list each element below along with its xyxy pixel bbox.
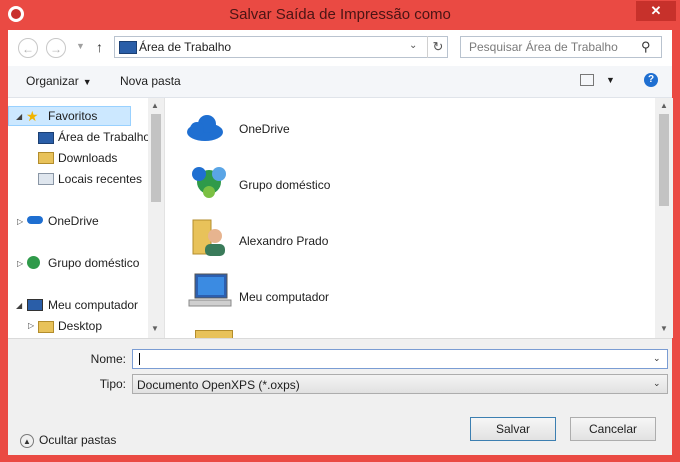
- expand-icon[interactable]: ▷: [17, 259, 23, 268]
- file-type-value: Documento OpenXPS (*.oxps): [137, 378, 300, 392]
- chevron-down-icon: ▼: [82, 77, 92, 87]
- list-item[interactable]: Grupo doméstico: [239, 178, 330, 192]
- scrollbar-thumb[interactable]: [151, 114, 161, 202]
- address-bar[interactable]: Área de Trabalho ⌄ ↻: [114, 36, 448, 58]
- dialog-window: Salvar Saída de Impressão como ✕ ← → ▼ ↑…: [0, 0, 680, 462]
- file-type-select[interactable]: Documento OpenXPS (*.oxps) ⌄: [132, 374, 668, 394]
- homegroup-icon: [27, 256, 40, 269]
- title-bar[interactable]: Salvar Saída de Impressão como ✕: [0, 0, 680, 30]
- list-item[interactable]: Meu computador: [239, 290, 329, 304]
- chevron-down-icon[interactable]: ⌄: [653, 378, 661, 389]
- command-bar: Organizar ▼ Nova pasta ▼ ?: [8, 66, 672, 98]
- list-item[interactable]: Alexandro Prado: [239, 234, 328, 248]
- organize-label: Organizar: [26, 74, 79, 88]
- scroll-up-icon[interactable]: ▲: [151, 101, 159, 110]
- forward-button[interactable]: →: [46, 38, 66, 58]
- tree-item-desktop[interactable]: Área de Trabalho: [58, 127, 150, 147]
- tree-item-desktop-folder[interactable]: Desktop: [58, 316, 102, 336]
- recent-places-icon: [38, 173, 54, 185]
- up-button[interactable]: ↑: [96, 39, 103, 55]
- onedrive-icon: [27, 216, 43, 224]
- scroll-down-icon[interactable]: ▼: [660, 324, 668, 333]
- cancel-button[interactable]: Cancelar: [570, 417, 656, 441]
- homegroup-icon: [192, 167, 226, 198]
- tree-item-recent[interactable]: Locais recentes: [58, 169, 142, 189]
- downloads-folder-icon: [38, 152, 54, 164]
- star-icon: ★: [26, 108, 39, 124]
- tree-item-downloads[interactable]: Downloads: [58, 148, 117, 168]
- view-dropdown-icon[interactable]: ▼: [606, 75, 615, 85]
- folder-icon: [38, 321, 54, 333]
- navigation-bar: ← → ▼ ↑ Área de Trabalho ⌄ ↻ Pesquisar Á…: [8, 30, 672, 66]
- close-button[interactable]: ✕: [636, 1, 676, 21]
- user-folder-icon: [192, 219, 225, 256]
- tree-item-onedrive[interactable]: OneDrive: [48, 211, 99, 231]
- navigation-pane: ◢ ★ Favoritos Área de Trabalho Downloads…: [8, 98, 164, 338]
- computer-icon: [27, 299, 43, 311]
- recent-locations-dropdown[interactable]: ▼: [76, 41, 85, 51]
- scroll-down-icon[interactable]: ▼: [151, 324, 159, 333]
- text-caret: [139, 353, 140, 365]
- search-input[interactable]: Pesquisar Área de Trabalho: [469, 40, 618, 54]
- desktop-icon: [119, 41, 137, 54]
- onedrive-icon: [187, 115, 223, 141]
- hide-folders-button[interactable]: ▲ Ocultar pastas: [20, 433, 116, 448]
- content-scrollbar[interactable]: ▲ ▼: [655, 98, 673, 338]
- back-button[interactable]: ←: [18, 38, 38, 58]
- view-options-icon[interactable]: [580, 74, 594, 86]
- save-form: Nome: ⌄ Tipo: Documento OpenXPS (*.oxps)…: [8, 338, 672, 455]
- search-icon[interactable]: ⚲: [641, 39, 651, 55]
- tree-item-homegroup[interactable]: Grupo doméstico: [48, 253, 139, 273]
- file-list: OneDrive Grupo doméstico Alexandro Prado: [164, 98, 673, 339]
- chevron-up-icon: ▲: [20, 433, 34, 448]
- save-button[interactable]: Salvar: [470, 417, 556, 441]
- name-label: Nome:: [90, 352, 126, 366]
- tree-item-favorites[interactable]: Favoritos: [48, 106, 97, 126]
- search-box[interactable]: Pesquisar Área de Trabalho ⚲: [460, 36, 662, 58]
- scroll-up-icon[interactable]: ▲: [660, 101, 668, 110]
- window-title: Salvar Saída de Impressão como: [229, 6, 451, 23]
- help-icon[interactable]: ?: [644, 73, 658, 87]
- organize-button[interactable]: Organizar ▼: [26, 74, 92, 88]
- address-dropdown-icon[interactable]: ⌄: [409, 40, 417, 51]
- expand-icon[interactable]: ▷: [28, 321, 34, 330]
- address-text[interactable]: Área de Trabalho: [139, 40, 231, 54]
- desktop-icon: [38, 132, 54, 144]
- tree-item-computer[interactable]: Meu computador: [48, 295, 138, 315]
- expand-icon[interactable]: ▷: [17, 217, 23, 226]
- nav-scrollbar[interactable]: ▲ ▼: [148, 98, 164, 338]
- hide-folders-label: Ocultar pastas: [39, 433, 117, 447]
- file-name-input[interactable]: ⌄: [132, 349, 668, 369]
- chevron-down-icon[interactable]: ⌄: [653, 353, 661, 364]
- computer-icon: [188, 273, 232, 307]
- new-folder-button[interactable]: Nova pasta: [120, 74, 181, 88]
- dialog-client: ← → ▼ ↑ Área de Trabalho ⌄ ↻ Pesquisar Á…: [8, 30, 673, 455]
- list-item[interactable]: OneDrive: [239, 122, 290, 136]
- scrollbar-thumb[interactable]: [659, 114, 669, 206]
- collapse-icon[interactable]: ◢: [16, 301, 22, 310]
- type-label: Tipo:: [99, 377, 126, 391]
- collapse-icon[interactable]: ◢: [16, 112, 22, 121]
- refresh-button[interactable]: ↻: [427, 36, 448, 58]
